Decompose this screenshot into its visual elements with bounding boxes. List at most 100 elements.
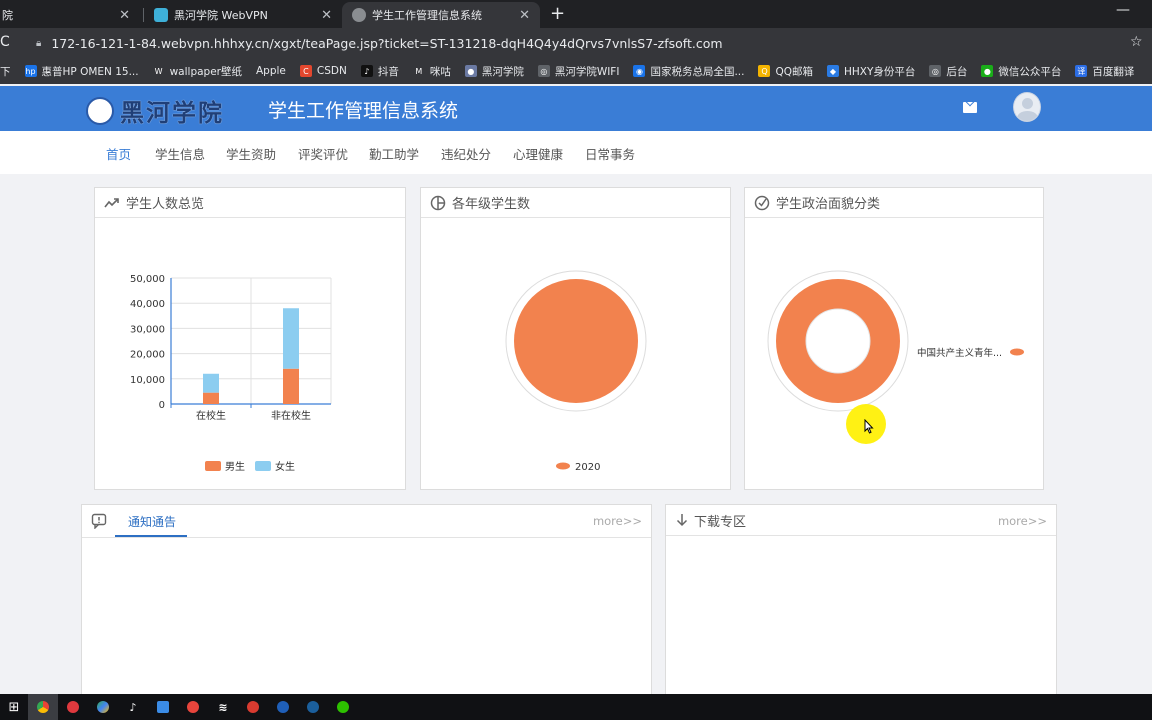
tab-notices[interactable]: 通知通告 <box>128 513 176 530</box>
app-taskbar-icon[interactable] <box>148 694 178 720</box>
nav-item[interactable]: 违纪处分 <box>441 144 491 163</box>
card-title: 各年级学生数 <box>452 197 531 212</box>
bookmark-item[interactable]: ♪ 抖音 <box>360 64 399 79</box>
start-menu-icon[interactable]: ⊞ <box>0 700 28 715</box>
bookmark-star-icon[interactable]: ☆ <box>1130 34 1143 50</box>
bookmark-label: wallpaper壁纸 <box>169 65 242 78</box>
g-taskbar-icon[interactable] <box>178 694 208 720</box>
blue-app-taskbar-icon[interactable] <box>268 694 298 720</box>
bookmark-favicon-icon: hp <box>24 65 37 77</box>
bookmark-label: 抖音 <box>377 65 399 78</box>
bookmark-item[interactable]: 译百度翻译 <box>1075 64 1134 79</box>
wechat-taskbar-icon[interactable] <box>328 694 358 720</box>
downloads-more-link[interactable]: more>> <box>998 514 1047 528</box>
legend-label[interactable]: 男生 <box>225 460 245 473</box>
bookmark-favicon-icon: 译 <box>1075 65 1088 77</box>
chrome-taskbar-icon[interactable] <box>28 694 58 720</box>
bookmark-favicon-icon: ● <box>464 65 477 77</box>
bar[interactable] <box>203 392 219 404</box>
nav-item[interactable]: 日常事务 <box>585 144 635 163</box>
x-tick-label: 非在校生 <box>271 409 311 422</box>
bookmark-item[interactable]: ● 黑河学院 <box>464 64 524 79</box>
legend-label[interactable]: 中国共产主义青年... <box>917 347 1002 359</box>
bookmark-item[interactable]: ◎ 后台 <box>929 64 967 79</box>
close-icon[interactable]: ✕ <box>119 8 130 23</box>
bar[interactable] <box>283 308 299 369</box>
bookmark-favicon-icon: ◉ <box>633 65 646 77</box>
nav-item[interactable]: 学生资助 <box>226 144 276 163</box>
bookmark-item[interactable]: Q QQ邮箱 <box>758 64 813 79</box>
bookmark-item[interactable]: hp 惠普HP OMEN 15... <box>24 64 139 79</box>
bookmark-favicon-icon: ♪ <box>360 65 373 77</box>
tiktok-taskbar-icon[interactable]: ♪ <box>118 694 148 720</box>
bookmark-item[interactable]: C CSDN <box>299 65 347 77</box>
app-title: 学生工作管理信息系统 <box>268 100 459 122</box>
url-text[interactable]: 172-16-121-1-84.webvpn.hhhxy.cn/xgxt/tea… <box>51 36 722 51</box>
bar[interactable] <box>203 373 219 393</box>
bookmark-item[interactable]: Apple <box>256 65 286 77</box>
nav-item[interactable]: 心理健康 <box>513 144 563 163</box>
bookmark-item[interactable]: ◎ 黑河学院WIFI <box>537 64 619 79</box>
x-tick-label: 在校生 <box>196 409 226 422</box>
pie-chart-icon <box>430 195 446 210</box>
address-bar[interactable]: 🔒︎ 172-16-121-1-84.webvpn.hhhxy.cn/xgxt/… <box>28 32 1128 54</box>
legend-swatch[interactable] <box>255 461 271 471</box>
netease-music-taskbar-icon[interactable] <box>58 694 88 720</box>
mouse-cursor-icon <box>864 419 874 434</box>
y-tick-label: 30,000 <box>130 324 165 335</box>
main-nav: 首页 学生信息 学生资助 评奖评优 勤工助学 违纪处分 心理健康 日常事务 <box>0 131 1152 174</box>
donut-slice[interactable] <box>776 279 900 403</box>
mail-icon[interactable] <box>963 102 977 113</box>
reload-icon[interactable]: C <box>0 34 10 50</box>
webvpn-favicon-icon <box>154 8 168 22</box>
bookmark-label: QQ邮箱 <box>775 65 813 78</box>
bookmark-label: CSDN <box>316 65 347 77</box>
bookmark-label: 黑河学院 <box>481 65 524 78</box>
bookmark-favicon-icon: ◎ <box>537 65 550 77</box>
red-app-taskbar-icon[interactable] <box>238 694 268 720</box>
browser-tab-active[interactable]: 学生工作管理信息系统 ✕ <box>342 2 540 28</box>
legend-swatch[interactable] <box>205 461 221 471</box>
nav-item[interactable]: 学生信息 <box>155 144 205 163</box>
bookmark-item[interactable]: ◆ HHXY身份平台 <box>827 64 915 79</box>
close-icon[interactable]: ✕ <box>321 8 332 23</box>
windows-taskbar: ⊞ ♪ ≋ <box>0 694 1152 720</box>
students-overview-card: 学生人数总览 50,000 40,000 30,000 20,000 10,000 0 在校… <box>94 187 406 490</box>
nav-item[interactable]: 勤工助学 <box>369 144 419 163</box>
legend-swatch[interactable] <box>556 462 570 470</box>
logo-text: 黑河学院 <box>120 98 224 127</box>
legend-label[interactable]: 女生 <box>275 460 295 473</box>
close-icon[interactable]: ✕ <box>519 8 530 23</box>
bookmark-favicon-icon: ◆ <box>827 65 839 77</box>
bookmark-label: Apple <box>256 65 286 77</box>
bookmark-item[interactable]: M 咪咕 <box>412 64 451 79</box>
minimize-button[interactable]: — <box>1116 2 1130 18</box>
steam-taskbar-icon[interactable] <box>298 694 328 720</box>
students-bar-chart: 50,000 40,000 30,000 20,000 10,000 0 在校生 非在校生男生… <box>130 274 332 473</box>
bar[interactable] <box>283 368 299 404</box>
university-logo[interactable]: 黑河学院 <box>86 93 224 128</box>
bookmark-item[interactable]: Wwallpaper壁纸 <box>152 64 242 79</box>
nav-item[interactable]: 首页 <box>106 144 131 163</box>
bookmark-item[interactable]: ● 微信公众平台 <box>981 64 1061 79</box>
trend-icon <box>104 197 119 207</box>
pie-slice[interactable] <box>514 279 638 403</box>
notice-icon <box>91 513 107 529</box>
grade-pie-chart: 2020 <box>505 270 647 473</box>
legend-swatch[interactable] <box>1010 348 1024 356</box>
nav-item[interactable]: 评奖评优 <box>298 144 348 163</box>
bookmark-favicon-icon: ◎ <box>929 65 942 77</box>
card-title: 学生人数总览 <box>126 197 205 212</box>
legend-label[interactable]: 2020 <box>575 462 600 473</box>
new-tab-button[interactable]: + <box>550 4 565 24</box>
bookmark-item[interactable]: 下 <box>0 64 11 79</box>
active-tab-underline <box>115 535 187 537</box>
user-avatar[interactable] <box>1013 92 1041 122</box>
editor-taskbar-icon[interactable]: ≋ <box>208 694 238 720</box>
player-taskbar-icon[interactable] <box>88 694 118 720</box>
bookmark-label: 惠普HP OMEN 15... <box>41 65 139 78</box>
browser-tab[interactable]: 院 ✕ <box>0 2 140 28</box>
bookmark-item[interactable]: ◉ 国家税务总局全国... <box>633 64 744 79</box>
notices-more-link[interactable]: more>> <box>593 514 642 528</box>
browser-tab[interactable]: 黑河学院 WebVPN ✕ <box>144 2 342 28</box>
